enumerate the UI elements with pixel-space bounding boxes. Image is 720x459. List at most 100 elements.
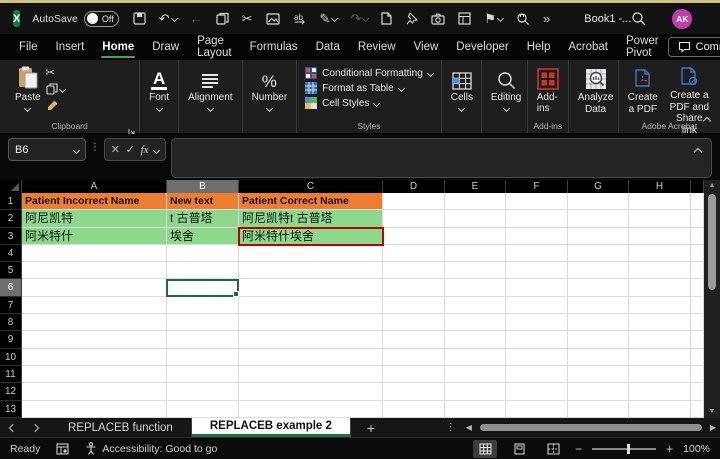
sheet-tab-replaceb-example-2[interactable]: REPLACEB example 2 bbox=[192, 418, 351, 437]
cell-D10[interactable] bbox=[383, 349, 445, 366]
cell-H13[interactable] bbox=[629, 401, 691, 418]
row-header-4[interactable]: 4 bbox=[0, 245, 22, 262]
cell-A7[interactable] bbox=[22, 297, 167, 314]
cell-D3[interactable] bbox=[383, 228, 445, 245]
cell-D5[interactable] bbox=[383, 262, 445, 279]
cell-E7[interactable] bbox=[445, 297, 506, 314]
cell-D4[interactable] bbox=[383, 245, 445, 262]
column-header-B[interactable]: B bbox=[167, 180, 239, 193]
table-properties-icon[interactable] bbox=[458, 12, 471, 25]
cell-C9[interactable] bbox=[239, 331, 383, 348]
ink-pen-icon[interactable]: ✎ bbox=[320, 12, 338, 25]
analyze-data-button[interactable]: Analyze Data bbox=[573, 64, 619, 119]
save-icon[interactable] bbox=[133, 12, 146, 25]
tab-acrobat[interactable]: Acrobat bbox=[559, 34, 617, 60]
vertical-scrollbar[interactable]: ▲ ▼ bbox=[704, 180, 720, 418]
cell-D2[interactable] bbox=[383, 210, 445, 227]
cell-H6[interactable] bbox=[629, 279, 691, 296]
copy-icon[interactable] bbox=[216, 12, 229, 25]
cell-B13[interactable] bbox=[167, 401, 239, 418]
cell-F9[interactable] bbox=[506, 331, 568, 348]
cell-D1[interactable] bbox=[383, 193, 445, 210]
tab-file[interactable]: File bbox=[10, 34, 47, 60]
cell-E8[interactable] bbox=[445, 314, 506, 331]
cell-G7[interactable] bbox=[568, 297, 629, 314]
select-all-corner[interactable] bbox=[0, 180, 22, 193]
row-header-5[interactable]: 5 bbox=[0, 262, 22, 279]
camera-icon[interactable] bbox=[431, 13, 445, 25]
cell-D13[interactable] bbox=[383, 401, 445, 418]
drag-handle-icon[interactable]: ⋮ bbox=[90, 142, 100, 153]
cell-D9[interactable] bbox=[383, 331, 445, 348]
formula-input[interactable] bbox=[171, 138, 712, 178]
document-title[interactable]: Book1 -... bbox=[584, 13, 631, 25]
cell-G3[interactable] bbox=[568, 228, 629, 245]
zoom-in-button[interactable]: + bbox=[666, 442, 673, 456]
row-header-12[interactable]: 12 bbox=[0, 383, 22, 400]
tab-review[interactable]: Review bbox=[349, 34, 405, 60]
enter-icon[interactable]: ✓ bbox=[126, 143, 135, 156]
minimize-button[interactable]: — bbox=[712, 3, 720, 34]
cell-B5[interactable] bbox=[167, 262, 239, 279]
editing-button[interactable]: Editing bbox=[486, 64, 527, 119]
cell-G2[interactable] bbox=[568, 210, 629, 227]
cell-H3[interactable] bbox=[629, 228, 691, 245]
cell-E9[interactable] bbox=[445, 331, 506, 348]
zoom-level[interactable]: 100% bbox=[683, 443, 710, 455]
cell-H9[interactable] bbox=[629, 331, 691, 348]
vertical-scroll-thumb[interactable] bbox=[708, 194, 716, 290]
cell-C2[interactable]: 阿尼凯特t 古普塔 bbox=[239, 210, 383, 227]
autosave-toggle[interactable]: Off bbox=[84, 11, 119, 27]
cell-E5[interactable] bbox=[445, 262, 506, 279]
excel-logo-icon[interactable]: X bbox=[13, 10, 20, 27]
cell-E6[interactable] bbox=[445, 279, 506, 296]
zoom-slider-thumb[interactable] bbox=[627, 444, 630, 454]
tab-draw[interactable]: Draw bbox=[143, 34, 188, 60]
row-header-2[interactable]: 2 bbox=[0, 210, 22, 227]
cell-H10[interactable] bbox=[629, 349, 691, 366]
cut-icon[interactable]: ✂ bbox=[242, 12, 253, 25]
cancel-icon[interactable]: ✕ bbox=[111, 143, 120, 156]
tab-insert[interactable]: Insert bbox=[47, 34, 94, 60]
scroll-down-icon[interactable]: ▼ bbox=[709, 406, 716, 418]
cell-G13[interactable] bbox=[568, 401, 629, 418]
column-header-A[interactable]: A bbox=[22, 180, 167, 193]
row-header-6[interactable]: 6 bbox=[0, 279, 22, 296]
cell-G4[interactable] bbox=[568, 245, 629, 262]
new-file-icon[interactable] bbox=[381, 12, 392, 25]
zoom-slider[interactable] bbox=[592, 448, 656, 450]
accessibility-status[interactable]: Accessibility: Good to go bbox=[85, 442, 217, 455]
cell-F1[interactable] bbox=[506, 193, 568, 210]
cell-C11[interactable] bbox=[239, 366, 383, 383]
cell-E13[interactable] bbox=[445, 401, 506, 418]
cell-A9[interactable] bbox=[22, 331, 167, 348]
cell-H4[interactable] bbox=[629, 245, 691, 262]
column-header-G[interactable]: G bbox=[568, 180, 629, 193]
cell-C4[interactable] bbox=[239, 245, 383, 262]
cell-D8[interactable] bbox=[383, 314, 445, 331]
more-commands-icon[interactable]: » bbox=[543, 12, 550, 25]
name-box[interactable]: B6 bbox=[8, 138, 86, 161]
number-button[interactable]: % Number bbox=[247, 64, 293, 119]
cell-B8[interactable] bbox=[167, 314, 239, 331]
column-header-E[interactable]: E bbox=[445, 180, 506, 193]
format-painter-button[interactable] bbox=[46, 99, 65, 112]
tab-help[interactable]: Help bbox=[518, 34, 560, 60]
cell-G10[interactable] bbox=[568, 349, 629, 366]
cell-D12[interactable] bbox=[383, 383, 445, 400]
prev-sheet-icon[interactable] bbox=[9, 423, 17, 431]
cell-H11[interactable] bbox=[629, 366, 691, 383]
horizontal-scroll-thumb[interactable] bbox=[480, 424, 702, 431]
search-icon[interactable] bbox=[631, 11, 646, 26]
cell-G1[interactable] bbox=[568, 193, 629, 210]
conditional-formatting-button[interactable]: Conditional Formatting bbox=[305, 67, 433, 79]
insert-function-icon[interactable]: fx bbox=[141, 144, 149, 156]
cell-E1[interactable] bbox=[445, 193, 506, 210]
tab-home[interactable]: Home bbox=[93, 34, 143, 60]
cell-A4[interactable] bbox=[22, 245, 167, 262]
cell-H8[interactable] bbox=[629, 314, 691, 331]
account-avatar[interactable]: AK bbox=[672, 9, 692, 29]
cell-B1[interactable]: New text bbox=[167, 193, 239, 210]
cell-G12[interactable] bbox=[568, 383, 629, 400]
row-header-7[interactable]: 7 bbox=[0, 297, 22, 314]
